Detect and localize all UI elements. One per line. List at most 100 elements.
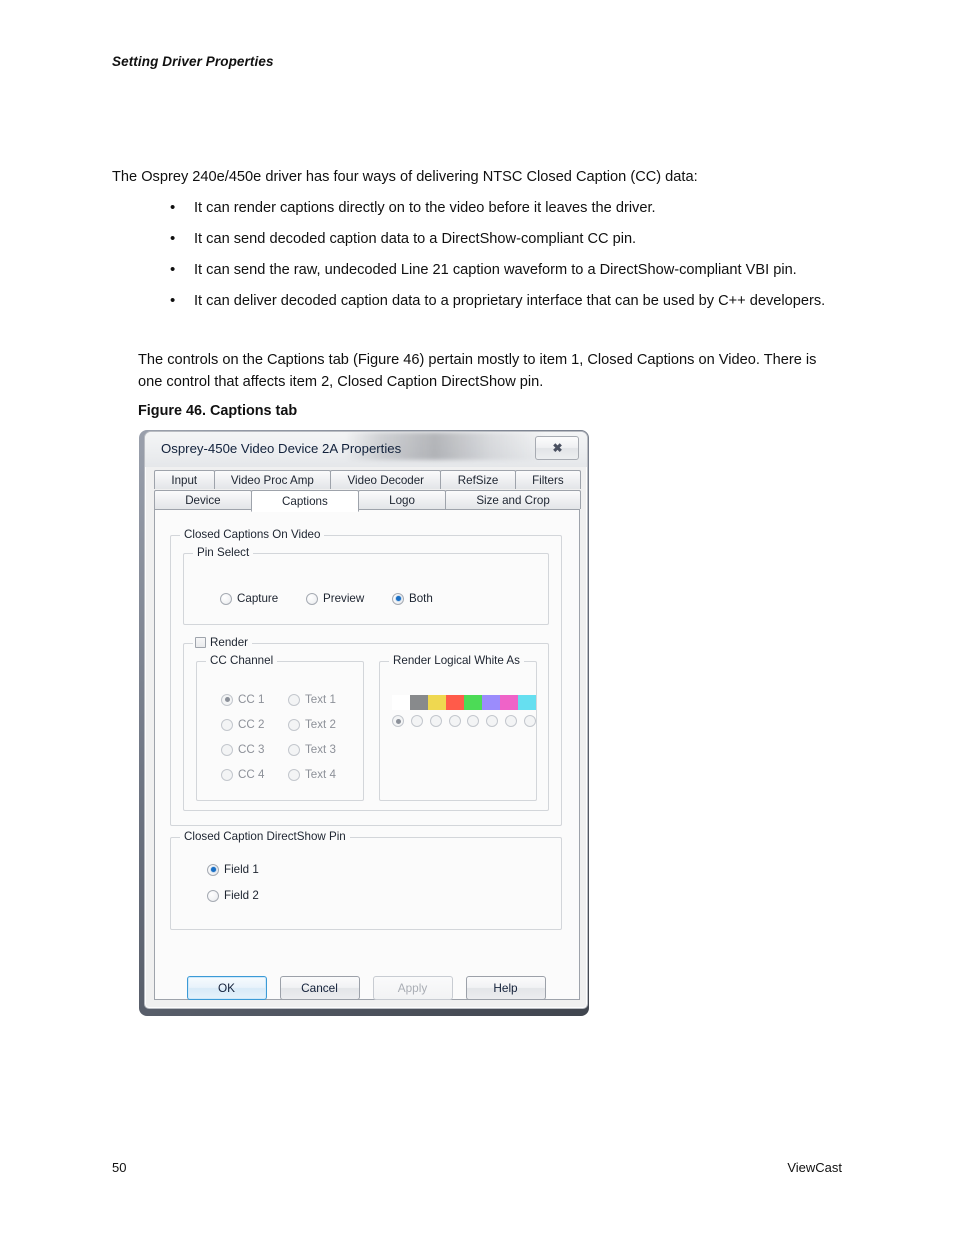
radio-pin-both[interactable]: Both <box>392 592 433 605</box>
radio-field-2[interactable]: Field 2 <box>207 889 259 902</box>
apply-button: Apply <box>372 976 453 1000</box>
swatch-cyan[interactable] <box>518 695 536 710</box>
tab-device[interactable]: Device <box>154 490 252 509</box>
radio-icon <box>288 693 300 706</box>
tab-label: Device <box>185 493 221 507</box>
tab-video-decoder[interactable]: Video Decoder <box>330 470 442 489</box>
tab-size-and-crop[interactable]: Size and Crop <box>445 490 581 509</box>
bullet-marker: • <box>170 291 176 309</box>
cancel-button[interactable]: Cancel <box>279 976 360 1000</box>
radio-color-red[interactable] <box>448 715 461 727</box>
group-label: Pin Select <box>193 546 254 559</box>
bullet-marker: • <box>170 260 176 278</box>
radio-label: Text 1 <box>305 693 336 706</box>
group-pin-select: Pin Select Capture Preview Both <box>183 546 549 625</box>
radio-text-3[interactable]: Text 3 <box>288 743 336 756</box>
properties-dialog: Osprey-450e Video Device 2A Properties ✖… <box>144 431 588 1009</box>
group-label: Render Logical White As <box>389 654 524 667</box>
render-legend: Render <box>193 636 253 649</box>
radio-label: CC 4 <box>238 768 265 781</box>
radio-field-1[interactable]: Field 1 <box>207 863 259 876</box>
tab-captions[interactable]: Captions <box>250 490 359 512</box>
radio-cc-2[interactable]: CC 2 <box>221 718 264 731</box>
radio-label: Field 1 <box>224 863 259 876</box>
swatch-yellow[interactable] <box>428 695 446 710</box>
swatch-white[interactable] <box>392 695 410 710</box>
swatch-magenta[interactable] <box>500 695 518 710</box>
swatch-green[interactable] <box>464 695 482 710</box>
tab-logo[interactable]: Logo <box>357 490 447 509</box>
color-radio-row <box>392 715 536 727</box>
radio-icon <box>221 743 233 756</box>
radio-icon <box>288 743 300 756</box>
list-item: • It can render captions directly on to … <box>112 197 852 219</box>
radio-text-1[interactable]: Text 1 <box>288 693 336 706</box>
tab-label: Captions <box>282 494 328 508</box>
radio-color-green[interactable] <box>467 715 480 727</box>
footer-brand: ViewCast <box>787 1160 842 1175</box>
group-render: Render CC Channel CC 1 CC 2 CC 3 CC 4 Te… <box>183 636 549 811</box>
tab-row-top: Input Video Proc Amp Video Decoder RefSi… <box>154 470 581 489</box>
bullet-list: • It can render captions directly on to … <box>112 197 852 321</box>
radio-label: Both <box>409 592 433 605</box>
radio-color-blue[interactable] <box>486 715 499 727</box>
radio-label: CC 2 <box>238 718 265 731</box>
radio-color-magenta[interactable] <box>505 715 518 727</box>
list-item: • It can send the raw, undecoded Line 21… <box>112 259 852 281</box>
list-item-text: It can send the raw, undecoded Line 21 c… <box>194 261 797 278</box>
radio-color-cyan[interactable] <box>523 715 536 727</box>
radio-icon <box>288 718 300 731</box>
bullet-marker: • <box>170 199 176 216</box>
tab-label: Video Decoder <box>347 473 425 487</box>
radio-pin-preview[interactable]: Preview <box>306 592 364 605</box>
help-button[interactable]: Help <box>465 976 546 1000</box>
list-item: • It can send decoded caption data to a … <box>112 228 852 250</box>
tab-label: RefSize <box>457 473 499 487</box>
captions-tab-panel: Closed Captions On Video Pin Select Capt… <box>154 509 580 1000</box>
radio-icon <box>221 768 233 781</box>
close-button[interactable]: ✖ <box>535 436 579 460</box>
tab-refsize[interactable]: RefSize <box>440 470 516 489</box>
group-label: Closed Caption DirectShow Pin <box>180 830 350 843</box>
radio-cc-3[interactable]: CC 3 <box>221 743 264 756</box>
radio-cc-4[interactable]: CC 4 <box>221 768 264 781</box>
radio-text-2[interactable]: Text 2 <box>288 718 336 731</box>
tab-video-proc-amp[interactable]: Video Proc Amp <box>213 470 332 489</box>
ok-button[interactable]: OK <box>186 976 267 1000</box>
tab-label: Size and Crop <box>476 493 550 507</box>
page-number: 50 <box>112 1160 127 1175</box>
radio-label: Field 2 <box>224 889 259 902</box>
color-swatch-strip <box>392 695 536 710</box>
radio-pin-capture[interactable]: Capture <box>220 592 278 605</box>
swatch-red[interactable] <box>446 695 464 710</box>
tab-control: Input Video Proc Amp Video Decoder RefSi… <box>154 470 581 1000</box>
radio-cc-1[interactable]: CC 1 <box>221 693 264 706</box>
radio-icon <box>221 693 233 706</box>
list-item-text: It can deliver decoded caption data to a… <box>194 292 826 309</box>
list-item-text: It can send decoded caption data to a Di… <box>194 230 637 247</box>
radio-icon <box>221 718 233 731</box>
render-checkbox[interactable] <box>195 637 206 648</box>
dialog-title: Osprey-450e Video Device 2A Properties <box>161 441 402 456</box>
tab-filters[interactable]: Filters <box>514 470 581 489</box>
radio-color-white[interactable] <box>392 715 404 727</box>
swatch-gray[interactable] <box>410 695 428 710</box>
group-label: Render <box>210 636 249 649</box>
tab-input[interactable]: Input <box>154 470 215 489</box>
dialog-titlebar[interactable]: Osprey-450e Video Device 2A Properties ✖ <box>145 432 587 467</box>
list-item: • It can deliver decoded caption data to… <box>112 290 852 312</box>
swatch-blue[interactable] <box>482 695 500 710</box>
list-item-text: It can render captions directly on to th… <box>194 200 656 216</box>
group-cc-channel: CC Channel CC 1 CC 2 CC 3 CC 4 Text 1 Te… <box>196 654 364 801</box>
bullet-marker: • <box>170 229 176 247</box>
tab-row-bottom: Device Captions Logo Size and Crop <box>154 490 581 512</box>
group-label: CC Channel <box>206 654 278 667</box>
group-render-logical-white-as: Render Logical White As <box>379 654 537 801</box>
radio-color-yellow[interactable] <box>429 715 442 727</box>
radio-text-4[interactable]: Text 4 <box>288 768 336 781</box>
group-label: Closed Captions On Video <box>180 528 325 541</box>
radio-color-gray[interactable] <box>410 715 423 727</box>
dialog-button-row: OK Cancel Apply Help <box>145 976 587 1000</box>
radio-icon <box>220 592 232 605</box>
close-icon: ✖ <box>552 441 562 455</box>
